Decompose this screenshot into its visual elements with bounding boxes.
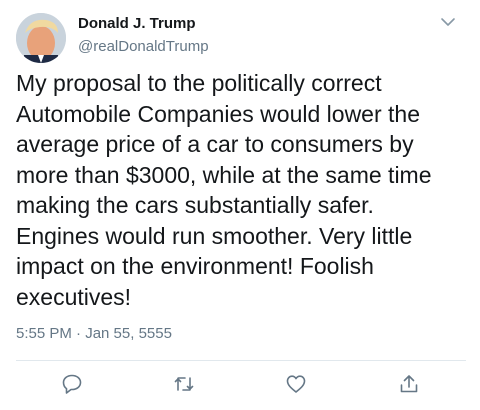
chevron-down-icon[interactable] — [438, 14, 458, 30]
divider — [16, 360, 466, 361]
tweet-text-line: more than $3000, while at the same time — [16, 161, 432, 188]
tweet-text: My proposal to the politically correct A… — [16, 68, 471, 312]
tweet-timestamp[interactable]: 5:55 PM · Jan 55, 5555 — [16, 325, 172, 342]
reply-icon[interactable] — [60, 372, 84, 396]
tweet-card: Donald J. Trump @realDonaldTrump My prop… — [0, 0, 480, 410]
tweet-text-line: Automobile Companies would lower the — [16, 100, 420, 127]
tweet-text-line: Engines would run smoother. Very little — [16, 222, 413, 249]
user-display-name[interactable]: Donald J. Trump — [78, 15, 196, 32]
avatar[interactable] — [16, 13, 66, 63]
tweet-text-line: average price of a car to consumers by — [16, 131, 414, 157]
heart-icon[interactable] — [284, 372, 308, 396]
user-handle[interactable]: @realDonaldTrump — [78, 38, 209, 55]
tweet-text-line: My proposal to the politically correct — [16, 70, 382, 96]
tweet-text-line: making the cars substantially safer. — [16, 192, 374, 218]
tweet-text-line: executives! — [16, 283, 132, 310]
retweet-icon[interactable] — [172, 372, 196, 396]
share-icon[interactable] — [397, 372, 421, 396]
tweet-text-line: impact on the environment! Foolish — [16, 253, 374, 279]
